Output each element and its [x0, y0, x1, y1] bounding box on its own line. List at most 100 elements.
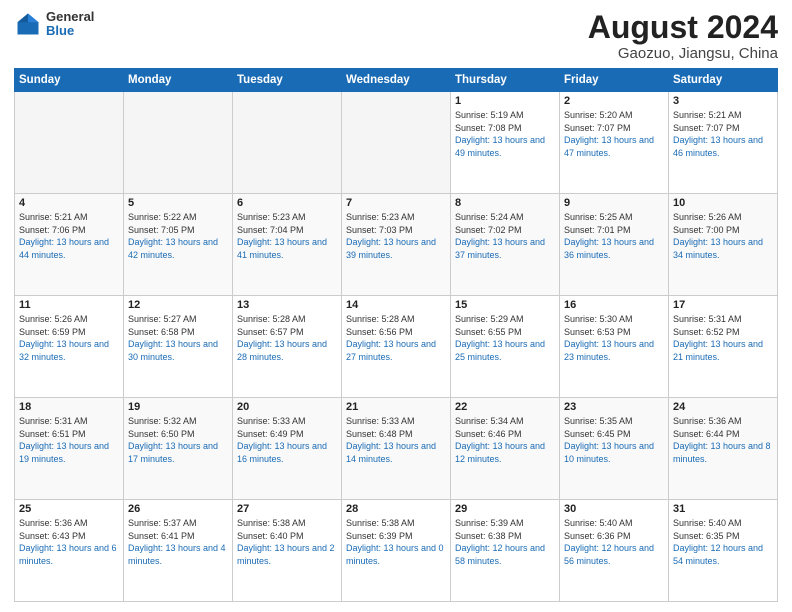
weekday-header-monday: Monday [124, 69, 233, 92]
day-number: 20 [237, 401, 337, 413]
day-info: Sunrise: 5:21 AMSunset: 7:06 PMDaylight:… [19, 211, 119, 261]
day-number: 25 [19, 503, 119, 515]
calendar-cell: 12Sunrise: 5:27 AMSunset: 6:58 PMDayligh… [124, 296, 233, 398]
calendar-cell: 30 Sunrise: 5:40 AMSunset: 6:36 PMDayligh… [560, 500, 669, 602]
daylight-label: Daylight: 13 hours and 39 minutes. [346, 237, 436, 260]
day-number: 31 [673, 503, 773, 515]
day-number: 24 [673, 401, 773, 413]
daylight-label: Daylight: 13 hours and 28 minutes. [237, 339, 327, 362]
weekday-header-wednesday: Wednesday [342, 69, 451, 92]
weekday-header-saturday: Saturday [669, 69, 778, 92]
day-info: Sunrise: 5:33 AMSunset: 6:48 PMDaylight:… [346, 415, 446, 465]
day-info: Sunrise: 5:40 AMSunset: 6:35 PMDaylight:… [673, 517, 773, 567]
day-info: Sunrise: 5:26 AMSunset: 6:59 PMDaylight:… [19, 313, 119, 363]
day-info: Sunrise: 5:19 AMSunset: 7:08 PMDaylight:… [455, 109, 555, 159]
day-number: 11 [19, 299, 119, 311]
daylight-label: Daylight: 13 hours and 41 minutes. [237, 237, 327, 260]
day-number: 5 [128, 197, 228, 209]
calendar-cell [233, 92, 342, 194]
day-info: Sunrise: 5:26 AMSunset: 7:00 PMDaylight:… [673, 211, 773, 261]
calendar-cell [15, 92, 124, 194]
daylight-label: Daylight: 13 hours and 12 minutes. [455, 441, 545, 464]
daylight-label: Daylight: 13 hours and 10 minutes. [564, 441, 654, 464]
day-info: Sunrise: 5:39 AMSunset: 6:38 PMDaylight:… [455, 517, 555, 567]
calendar-cell: 3Sunrise: 5:21 AMSunset: 7:07 PMDaylight… [669, 92, 778, 194]
calendar-cell [342, 92, 451, 194]
daylight-label: Daylight: 13 hours and 42 minutes. [128, 237, 218, 260]
day-number: 17 [673, 299, 773, 311]
day-number: 29 [455, 503, 555, 515]
calendar-cell: 8Sunrise: 5:24 AMSunset: 7:02 PMDaylight… [451, 194, 560, 296]
day-number: 30 [564, 503, 664, 515]
calendar-cell: 16Sunrise: 5:30 AMSunset: 6:53 PMDayligh… [560, 296, 669, 398]
logo-icon [14, 10, 42, 38]
calendar-cell: 29 Sunrise: 5:39 AMSunset: 6:38 PMDayligh… [451, 500, 560, 602]
daylight-label: Daylight: 13 hours and 16 minutes. [237, 441, 327, 464]
daylight-label: Daylight: 13 hours and 23 minutes. [564, 339, 654, 362]
calendar-subtitle: Gaozuo, Jiangsu, China [588, 45, 778, 62]
day-info: Sunrise: 5:34 AMSunset: 6:46 PMDaylight:… [455, 415, 555, 465]
daylight-label: Daylight: 13 hours and 14 minutes. [346, 441, 436, 464]
weekday-header-tuesday: Tuesday [233, 69, 342, 92]
daylight-label: Daylight: 13 hours and 27 minutes. [346, 339, 436, 362]
calendar-cell: 5Sunrise: 5:22 AMSunset: 7:05 PMDaylight… [124, 194, 233, 296]
calendar-cell: 25 Sunrise: 5:36 AMSunset: 6:43 PMDayligh… [15, 500, 124, 602]
daylight-label: Daylight: 13 hours and 37 minutes. [455, 237, 545, 260]
calendar-cell: 14Sunrise: 5:28 AMSunset: 6:56 PMDayligh… [342, 296, 451, 398]
day-number: 10 [673, 197, 773, 209]
day-info: Sunrise: 5:29 AMSunset: 6:55 PMDaylight:… [455, 313, 555, 363]
day-number: 26 [128, 503, 228, 515]
calendar-cell: 19Sunrise: 5:32 AMSunset: 6:50 PMDayligh… [124, 398, 233, 500]
page: General Blue August 2024 Gaozuo, Jiangsu… [0, 0, 792, 612]
calendar-cell: 23Sunrise: 5:35 AMSunset: 6:45 PMDayligh… [560, 398, 669, 500]
calendar-cell: 4 Sunrise: 5:21 AMSunset: 7:06 PMDaylight… [15, 194, 124, 296]
day-info: Sunrise: 5:40 AMSunset: 6:36 PMDaylight:… [564, 517, 664, 567]
daylight-label: Daylight: 13 hours and 19 minutes. [19, 441, 109, 464]
calendar-cell: 10 Sunrise: 5:26 AMSunset: 7:00 PMDayligh… [669, 194, 778, 296]
day-info: Sunrise: 5:20 AMSunset: 7:07 PMDaylight:… [564, 109, 664, 159]
day-info: Sunrise: 5:38 AMSunset: 6:40 PMDaylight:… [237, 517, 337, 567]
daylight-label: Daylight: 13 hours and 46 minutes. [673, 135, 763, 158]
calendar-cell: 2 Sunrise: 5:20 AMSunset: 7:07 PMDaylight… [560, 92, 669, 194]
daylight-label: Daylight: 13 hours and 0 minutes. [346, 543, 444, 566]
day-info: Sunrise: 5:36 AMSunset: 6:43 PMDaylight:… [19, 517, 119, 567]
day-info: Sunrise: 5:21 AMSunset: 7:07 PMDaylight:… [673, 109, 773, 159]
day-info: Sunrise: 5:28 AMSunset: 6:56 PMDaylight:… [346, 313, 446, 363]
daylight-label: Daylight: 13 hours and 6 minutes. [19, 543, 117, 566]
weekday-header-thursday: Thursday [451, 69, 560, 92]
calendar-cell: 28Sunrise: 5:38 AMSunset: 6:39 PMDayligh… [342, 500, 451, 602]
day-info: Sunrise: 5:24 AMSunset: 7:02 PMDaylight:… [455, 211, 555, 261]
day-number: 22 [455, 401, 555, 413]
header: General Blue August 2024 Gaozuo, Jiangsu… [14, 10, 778, 62]
day-number: 4 [19, 197, 119, 209]
logo-blue-text: Blue [46, 24, 94, 38]
weekday-header-friday: Friday [560, 69, 669, 92]
calendar-cell [124, 92, 233, 194]
daylight-label: Daylight: 12 hours and 58 minutes. [455, 543, 545, 566]
day-info: Sunrise: 5:31 AMSunset: 6:51 PMDaylight:… [19, 415, 119, 465]
day-number: 2 [564, 95, 664, 107]
daylight-label: Daylight: 13 hours and 17 minutes. [128, 441, 218, 464]
calendar-cell: 20Sunrise: 5:33 AMSunset: 6:49 PMDayligh… [233, 398, 342, 500]
calendar-week-1: 1Sunrise: 5:19 AMSunset: 7:08 PMDaylight… [15, 92, 778, 194]
day-number: 13 [237, 299, 337, 311]
title-block: August 2024 Gaozuo, Jiangsu, China [588, 10, 778, 62]
day-number: 7 [346, 197, 446, 209]
daylight-label: Daylight: 13 hours and 34 minutes. [673, 237, 763, 260]
daylight-label: Daylight: 13 hours and 44 minutes. [19, 237, 109, 260]
daylight-label: Daylight: 13 hours and 2 minutes. [237, 543, 335, 566]
daylight-label: Daylight: 13 hours and 49 minutes. [455, 135, 545, 158]
day-number: 9 [564, 197, 664, 209]
day-number: 16 [564, 299, 664, 311]
calendar-week-2: 4 Sunrise: 5:21 AMSunset: 7:06 PMDaylight… [15, 194, 778, 296]
daylight-label: Daylight: 13 hours and 25 minutes. [455, 339, 545, 362]
calendar-cell: 15Sunrise: 5:29 AMSunset: 6:55 PMDayligh… [451, 296, 560, 398]
calendar-cell: 18Sunrise: 5:31 AMSunset: 6:51 PMDayligh… [15, 398, 124, 500]
day-info: Sunrise: 5:36 AMSunset: 6:44 PMDaylight:… [673, 415, 773, 465]
day-info: Sunrise: 5:28 AMSunset: 6:57 PMDaylight:… [237, 313, 337, 363]
day-info: Sunrise: 5:25 AMSunset: 7:01 PMDaylight:… [564, 211, 664, 261]
calendar-cell: 17Sunrise: 5:31 AMSunset: 6:52 PMDayligh… [669, 296, 778, 398]
calendar-week-3: 11 Sunrise: 5:26 AMSunset: 6:59 PMDayligh… [15, 296, 778, 398]
weekday-header-row: SundayMondayTuesdayWednesdayThursdayFrid… [15, 69, 778, 92]
daylight-label: Daylight: 12 hours and 56 minutes. [564, 543, 654, 566]
